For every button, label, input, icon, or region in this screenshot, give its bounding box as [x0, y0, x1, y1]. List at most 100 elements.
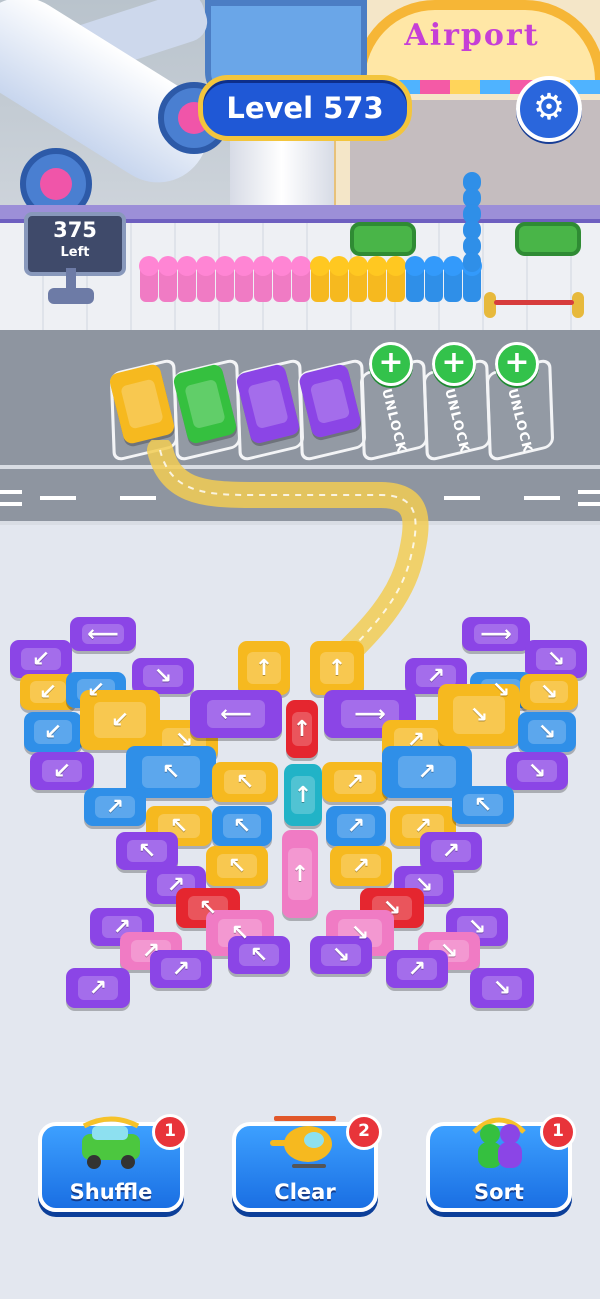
clear-label: Clear [274, 1180, 336, 1204]
direction-arrow-icon: ↗ [105, 794, 125, 820]
airport-sign-text: Airport [404, 18, 540, 53]
direction-arrow-icon: ↑ [292, 716, 312, 742]
car-pink[interactable]: ↑ [282, 830, 318, 918]
passenger [159, 262, 177, 302]
unlock-slot-plus-2[interactable]: + [432, 342, 476, 386]
direction-arrow-icon: ↘ [153, 663, 173, 689]
direction-arrow-icon: ↘ [537, 719, 557, 745]
car-blue[interactable]: ↙ [24, 712, 82, 752]
car-purple[interactable]: ⟵ [70, 617, 136, 651]
passenger [178, 262, 196, 302]
direction-arrow-icon: ↖ [249, 942, 269, 968]
direction-arrow-icon: ↗ [345, 769, 365, 795]
car-blue[interactable]: ↖ [212, 806, 272, 846]
passenger [406, 262, 424, 302]
shuffle-count-badge: 1 [152, 1114, 188, 1150]
car-purple[interactable]: ↙ [30, 752, 94, 790]
passenger [463, 252, 481, 272]
direction-arrow-icon: ↖ [232, 813, 252, 839]
passenger [216, 262, 234, 302]
rope [494, 300, 574, 305]
car-yellow[interactable]: ↖ [206, 846, 268, 886]
level-indicator: Level 573 [198, 75, 412, 141]
car-blue[interactable]: ↖ [452, 786, 514, 824]
direction-arrow-icon: ↑ [327, 655, 347, 681]
shuffle-button[interactable]: 1 Shuffle [38, 1114, 188, 1212]
clear-button[interactable]: 2 Clear [232, 1114, 382, 1212]
car-purple[interactable]: ↙ [10, 640, 72, 678]
car-yellow[interactable]: ↖ [212, 762, 278, 802]
car-blue[interactable]: ↗ [326, 806, 386, 846]
car-yellow[interactable]: ↗ [330, 846, 392, 886]
direction-arrow-icon: ↑ [254, 655, 274, 681]
car-yellow[interactable]: ↘ [520, 674, 578, 710]
sort-count-badge: 1 [540, 1114, 576, 1150]
direction-arrow-icon: ⟶ [480, 621, 512, 647]
direction-arrow-icon: ↘ [527, 758, 547, 784]
car-purple[interactable]: ↖ [228, 936, 290, 974]
direction-arrow-icon: ↖ [137, 838, 157, 864]
direction-arrow-icon: ↖ [227, 853, 247, 879]
unlock-slot-plus-1[interactable]: + [369, 342, 413, 386]
direction-arrow-icon: ↗ [407, 956, 427, 982]
hedge [350, 222, 416, 256]
helicopter-icon [270, 1116, 336, 1168]
car-teal[interactable]: ↑ [284, 764, 322, 826]
shuffle-label: Shuffle [69, 1180, 153, 1204]
passenger [140, 262, 158, 302]
car-purple[interactable]: ↘ [506, 752, 568, 790]
car-purple[interactable]: ↗ [386, 950, 448, 988]
sort-button[interactable]: 1 Sort [426, 1114, 576, 1212]
car-red[interactable]: ↑ [286, 700, 318, 758]
car-purple[interactable]: ↗ [420, 832, 482, 870]
car-purple[interactable]: ⟵ [190, 690, 282, 738]
direction-arrow-icon: ↘ [539, 679, 559, 705]
counter-base [48, 288, 94, 304]
car-yellow[interactable]: ↑ [310, 641, 364, 695]
car-purple[interactable]: ↖ [116, 832, 178, 870]
passenger [273, 262, 291, 302]
direction-arrow-icon: ↑ [290, 861, 310, 887]
car-purple[interactable]: ↗ [150, 950, 212, 988]
direction-arrow-icon: ↙ [31, 646, 51, 672]
passenger [349, 262, 367, 302]
car-yellow[interactable]: ↙ [80, 690, 160, 750]
sort-people-icon [472, 1117, 526, 1168]
gear-icon: ⚙ [532, 87, 566, 128]
direction-arrow-icon: ↙ [43, 719, 63, 745]
direction-arrow-icon: ↙ [110, 707, 130, 733]
cars-left-value: 375 [53, 218, 97, 242]
direction-arrow-icon: ⟵ [220, 701, 252, 727]
car-purple[interactable]: ⟶ [462, 617, 530, 651]
passenger [235, 262, 253, 302]
shuffle-car-icon [82, 1116, 140, 1169]
settings-button[interactable]: ⚙ [516, 76, 582, 142]
cars-left-label: Left [60, 245, 90, 260]
direction-arrow-icon: ↙ [52, 758, 72, 784]
rope-post [484, 292, 496, 318]
car-purple[interactable]: ↘ [310, 936, 372, 974]
car-purple[interactable]: ↘ [470, 968, 534, 1008]
passenger [444, 262, 462, 302]
direction-arrow-icon: ↖ [473, 792, 493, 818]
direction-arrow-icon: ↘ [331, 942, 351, 968]
car-blue[interactable]: ↘ [518, 712, 576, 752]
car-yellow[interactable]: ↑ [238, 641, 290, 695]
passenger [292, 262, 310, 302]
car-yellow[interactable]: ↗ [322, 762, 388, 802]
car-yellow[interactable]: ↘ [438, 684, 520, 746]
car-purple[interactable]: ↘ [525, 640, 587, 678]
car-purple[interactable]: ↗ [66, 968, 130, 1008]
rope-post [572, 292, 584, 318]
passenger [197, 262, 215, 302]
direction-arrow-icon: ↗ [346, 813, 366, 839]
unlock-slot-plus-3[interactable]: + [495, 342, 539, 386]
airport-scene: Airport 375 Left [0, 0, 600, 330]
direction-arrow-icon: ↗ [171, 956, 191, 982]
car-purple[interactable]: ↘ [132, 658, 194, 694]
passenger [254, 262, 272, 302]
direction-arrow-icon: ↘ [492, 975, 512, 1001]
direction-arrow-icon: ↑ [293, 782, 313, 808]
car-blue[interactable]: ↗ [84, 788, 146, 826]
passenger [387, 262, 405, 302]
